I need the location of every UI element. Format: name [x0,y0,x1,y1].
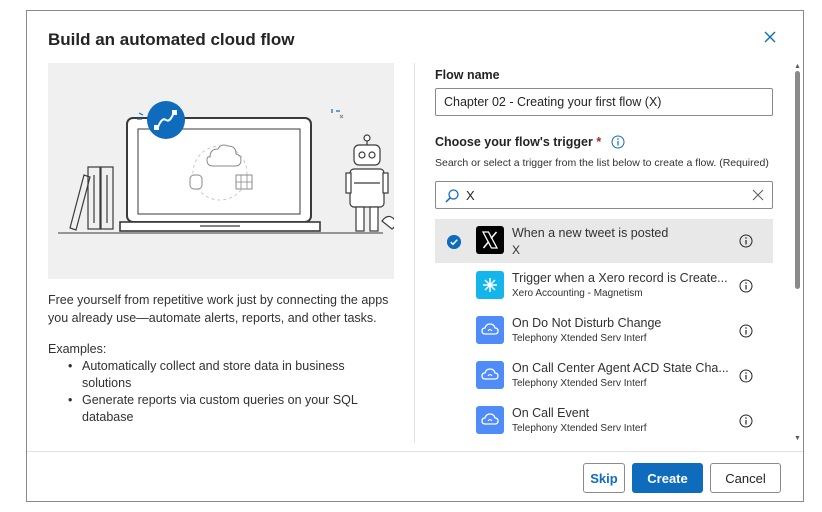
examples-label: Examples: [48,342,107,356]
dialog-title: Build an automated cloud flow [48,30,295,49]
trigger-name: Trigger when a Xero record is Create... [512,271,728,285]
cloud-connector-icon [476,361,504,389]
create-button[interactable]: Create [632,463,703,493]
info-icon[interactable] [739,279,753,293]
illustration [48,63,397,279]
checkmark-icon [447,235,461,249]
trigger-list: When a new tweet is posted X Trigger whe… [435,219,773,445]
info-icon[interactable] [739,369,753,383]
trigger-connector: Xero Accounting - Magnetism [512,288,643,299]
books-illustration [69,166,114,231]
trigger-connector: Telephony Xtended Serv Interf [512,333,647,344]
build-flow-dialog: Build an automated cloud flow Free yours… [26,10,804,502]
flow-name-label: Flow name [435,68,500,82]
description: Free yourself from repetitive work just … [48,293,389,325]
footer-divider [27,451,803,452]
search-icon [445,189,459,203]
trigger-name: When a new tweet is posted [512,226,669,240]
info-icon[interactable] [739,234,753,248]
scrollbar[interactable]: ▲ ▼ [794,63,802,447]
trigger-item-call-event[interactable]: On Call Event Telephony Xtended Serv Int… [435,399,773,443]
scroll-thumb[interactable] [795,71,800,289]
trigger-label: Choose your flow's trigger [435,135,593,149]
close-icon[interactable] [761,28,779,46]
trigger-item-acd-state[interactable]: On Call Center Agent ACD State Cha... Te… [435,354,773,398]
info-icon[interactable] [739,414,753,428]
info-icon[interactable] [739,324,753,338]
clear-search-icon[interactable] [752,189,764,201]
trigger-name: On Call Center Agent ACD State Cha... [512,361,729,375]
trigger-connector: X [512,243,521,257]
trigger-item-xero-record[interactable]: Trigger when a Xero record is Create... … [435,264,773,308]
cloud-connector-icon [476,316,504,344]
cloud-connector-icon [476,406,504,434]
scroll-down-arrow-icon[interactable]: ▼ [794,435,801,442]
info-icon[interactable] [611,135,625,149]
trigger-connector: Telephony Xtended Serv Interf [512,378,647,389]
column-divider [414,63,415,443]
trigger-search [435,181,773,209]
example-item: Generate reports via custom queries on y… [68,392,394,426]
search-input[interactable] [466,186,736,204]
examples-list: Automatically collect and store data in … [68,358,394,426]
required-marker: * [596,135,602,149]
trigger-hint: Search or select a trigger from the list… [435,157,769,169]
robot-illustration [345,134,397,232]
scroll-up-arrow-icon[interactable]: ▲ [794,63,801,70]
trigger-connector: Telephony Xtended Serv Interf [512,423,647,434]
xero-icon [476,271,504,299]
x-logo-icon [476,226,504,254]
trigger-item-new-tweet[interactable]: When a new tweet is posted X [435,219,773,263]
trigger-name: On Call Event [512,406,590,420]
skip-button[interactable]: Skip [583,463,625,493]
flow-name-input[interactable] [435,88,773,116]
cancel-button[interactable]: Cancel [710,463,781,493]
trigger-name: On Do Not Disturb Change [512,316,662,330]
trigger-item-do-not-disturb[interactable]: On Do Not Disturb Change Telephony Xtend… [435,309,773,353]
trigger-label-row: Choose your flow's trigger * [435,135,625,149]
example-item: Automatically collect and store data in … [68,358,394,392]
